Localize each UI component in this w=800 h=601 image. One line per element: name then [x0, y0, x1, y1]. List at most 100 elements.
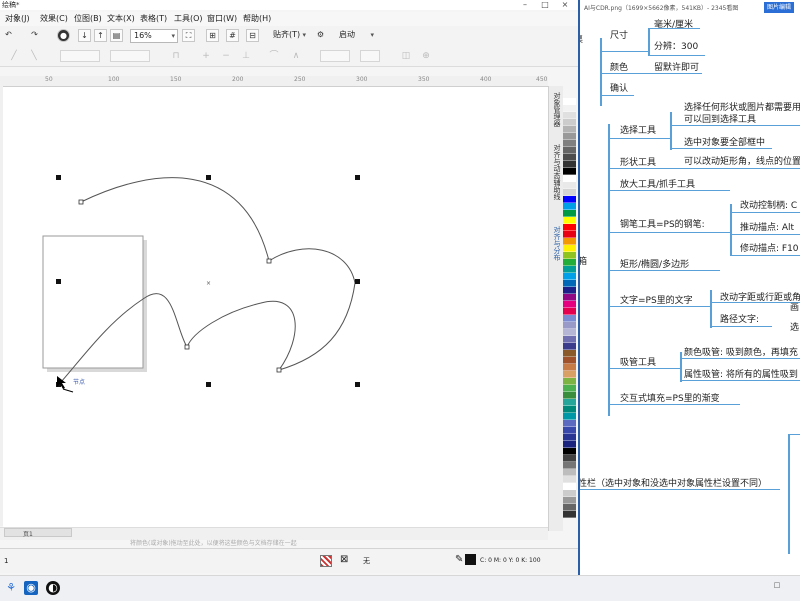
- palette-swatch[interactable]: [563, 154, 576, 161]
- menu-help[interactable]: 帮助(H): [243, 13, 271, 24]
- mirror-v-icon[interactable]: ╲: [28, 50, 40, 62]
- palette-swatch[interactable]: [563, 364, 576, 371]
- selection-handle[interactable]: [355, 175, 360, 180]
- launch-dropdown[interactable]: 启动 ▾: [336, 29, 376, 43]
- notification-icon[interactable]: ▫: [770, 578, 784, 592]
- selection-handle[interactable]: [206, 382, 211, 387]
- docker-tab-alignment-guides[interactable]: 对齐与动态辅助线: [550, 144, 562, 200]
- fill-swatch-icon[interactable]: [320, 555, 332, 567]
- menu-object[interactable]: 对象(J): [5, 13, 30, 24]
- menu-bitmap[interactable]: 位图(B): [74, 13, 102, 24]
- palette-swatch[interactable]: [563, 119, 576, 126]
- palette-swatch[interactable]: [563, 448, 576, 455]
- palette-swatch[interactable]: [563, 350, 576, 357]
- outline-color-swatch[interactable]: [465, 554, 476, 565]
- palette-swatch[interactable]: [563, 497, 576, 504]
- palette-swatch[interactable]: [563, 476, 576, 483]
- palette-swatch[interactable]: [563, 483, 576, 490]
- selection-handle[interactable]: [56, 175, 61, 180]
- palette-swatch[interactable]: [563, 371, 576, 378]
- palette-swatch[interactable]: [563, 336, 576, 343]
- palette-swatch[interactable]: [563, 420, 576, 427]
- snap-to-dropdown[interactable]: 贴齐(T) ▾: [270, 29, 308, 43]
- coreldraw-taskbar-icon[interactable]: ◐: [46, 581, 60, 595]
- palette-swatch[interactable]: [563, 252, 576, 259]
- undo-icon[interactable]: ↶: [2, 29, 15, 42]
- palette-swatch[interactable]: [563, 126, 576, 133]
- curve-node[interactable]: [276, 367, 282, 373]
- palette-swatch[interactable]: [563, 427, 576, 434]
- network-icon[interactable]: ⚘: [4, 581, 18, 595]
- palette-swatch[interactable]: [563, 343, 576, 350]
- export-icon[interactable]: ↑: [94, 29, 107, 42]
- page-tab[interactable]: 页1: [4, 528, 72, 538]
- select-all-nodes-icon[interactable]: ◫: [400, 50, 412, 62]
- position-field[interactable]: [60, 50, 100, 62]
- menu-table[interactable]: 表格(T): [140, 13, 167, 24]
- palette-swatch[interactable]: [563, 490, 576, 497]
- palette-swatch[interactable]: [563, 147, 576, 154]
- palette-swatch[interactable]: [563, 511, 576, 518]
- close-button[interactable]: ×: [556, 0, 574, 10]
- palette-swatch[interactable]: [563, 245, 576, 252]
- corel-connect-icon[interactable]: ●: [57, 29, 70, 42]
- palette-swatch[interactable]: [563, 378, 576, 385]
- selection-handle[interactable]: [56, 279, 61, 284]
- palette-swatch[interactable]: [563, 196, 576, 203]
- horizontal-ruler[interactable]: 50 100 150 200 250 300 350 400 450: [0, 76, 548, 87]
- mirror-h-icon[interactable]: ╱: [8, 50, 20, 62]
- palette-swatch[interactable]: [563, 399, 576, 406]
- palette-swatch[interactable]: [563, 413, 576, 420]
- palette-swatch[interactable]: [563, 280, 576, 287]
- selection-handle[interactable]: [355, 279, 360, 284]
- palette-swatch[interactable]: [563, 441, 576, 448]
- selection-handle[interactable]: [206, 175, 211, 180]
- palette-swatch[interactable]: [563, 189, 576, 196]
- maximize-button[interactable]: □: [536, 0, 554, 10]
- palette-swatch[interactable]: [563, 322, 576, 329]
- full-screen-icon[interactable]: ⛶: [182, 29, 195, 42]
- curve-node[interactable]: [266, 258, 272, 264]
- app-icon[interactable]: ◉: [24, 581, 38, 595]
- palette-swatch[interactable]: [563, 231, 576, 238]
- publish-pdf-icon[interactable]: ▤: [110, 29, 123, 42]
- size-field[interactable]: [110, 50, 150, 62]
- palette-swatch[interactable]: [563, 98, 576, 105]
- palette-swatch[interactable]: [563, 329, 576, 336]
- options-gear-icon[interactable]: ⚙: [314, 29, 327, 42]
- curve-node[interactable]: [78, 199, 84, 205]
- zoom-level-combo[interactable]: 16% ▾: [130, 29, 178, 43]
- reduce-field[interactable]: [360, 50, 380, 62]
- palette-swatch[interactable]: [563, 301, 576, 308]
- image-edit-button[interactable]: 图片编辑: [763, 2, 794, 13]
- palette-swatch[interactable]: [563, 266, 576, 273]
- outline-pen-icon[interactable]: ✎: [455, 554, 463, 565]
- palette-swatch[interactable]: [563, 294, 576, 301]
- palette-swatch[interactable]: [563, 462, 576, 469]
- node-delete-icon[interactable]: −: [220, 50, 232, 62]
- docker-tab-align-distribute[interactable]: 对齐与分布: [550, 226, 562, 261]
- palette-swatch[interactable]: [563, 217, 576, 224]
- drawing-canvas[interactable]: × 节点: [3, 87, 548, 527]
- add-icon[interactable]: ⊕: [420, 50, 432, 62]
- palette-swatch[interactable]: [563, 273, 576, 280]
- color-palette[interactable]: [563, 98, 576, 528]
- cusp-icon[interactable]: ∧: [290, 50, 302, 62]
- palette-swatch[interactable]: [563, 133, 576, 140]
- palette-swatch[interactable]: [563, 259, 576, 266]
- palette-swatch[interactable]: [563, 392, 576, 399]
- palette-swatch[interactable]: [563, 140, 576, 147]
- guidelines-icon[interactable]: ⊟: [246, 29, 259, 42]
- palette-swatch[interactable]: [563, 308, 576, 315]
- palette-swatch[interactable]: [563, 406, 576, 413]
- palette-swatch[interactable]: [563, 112, 576, 119]
- palette-swatch[interactable]: [563, 224, 576, 231]
- palette-swatch[interactable]: [563, 238, 576, 245]
- join-nodes-icon[interactable]: ⊥: [240, 50, 252, 62]
- mindmap-image[interactable]: 桌 尺寸 毫米/厘米 分辨：300 颜色 留默许即可 确认 选择工具 选择任何形…: [580, 14, 800, 575]
- curve-icon[interactable]: ⌒: [268, 50, 280, 62]
- selection-handle[interactable]: [355, 382, 360, 387]
- palette-swatch[interactable]: [563, 168, 576, 175]
- rulers-icon[interactable]: ⊞: [206, 29, 219, 42]
- redo-icon[interactable]: ↷: [28, 29, 41, 42]
